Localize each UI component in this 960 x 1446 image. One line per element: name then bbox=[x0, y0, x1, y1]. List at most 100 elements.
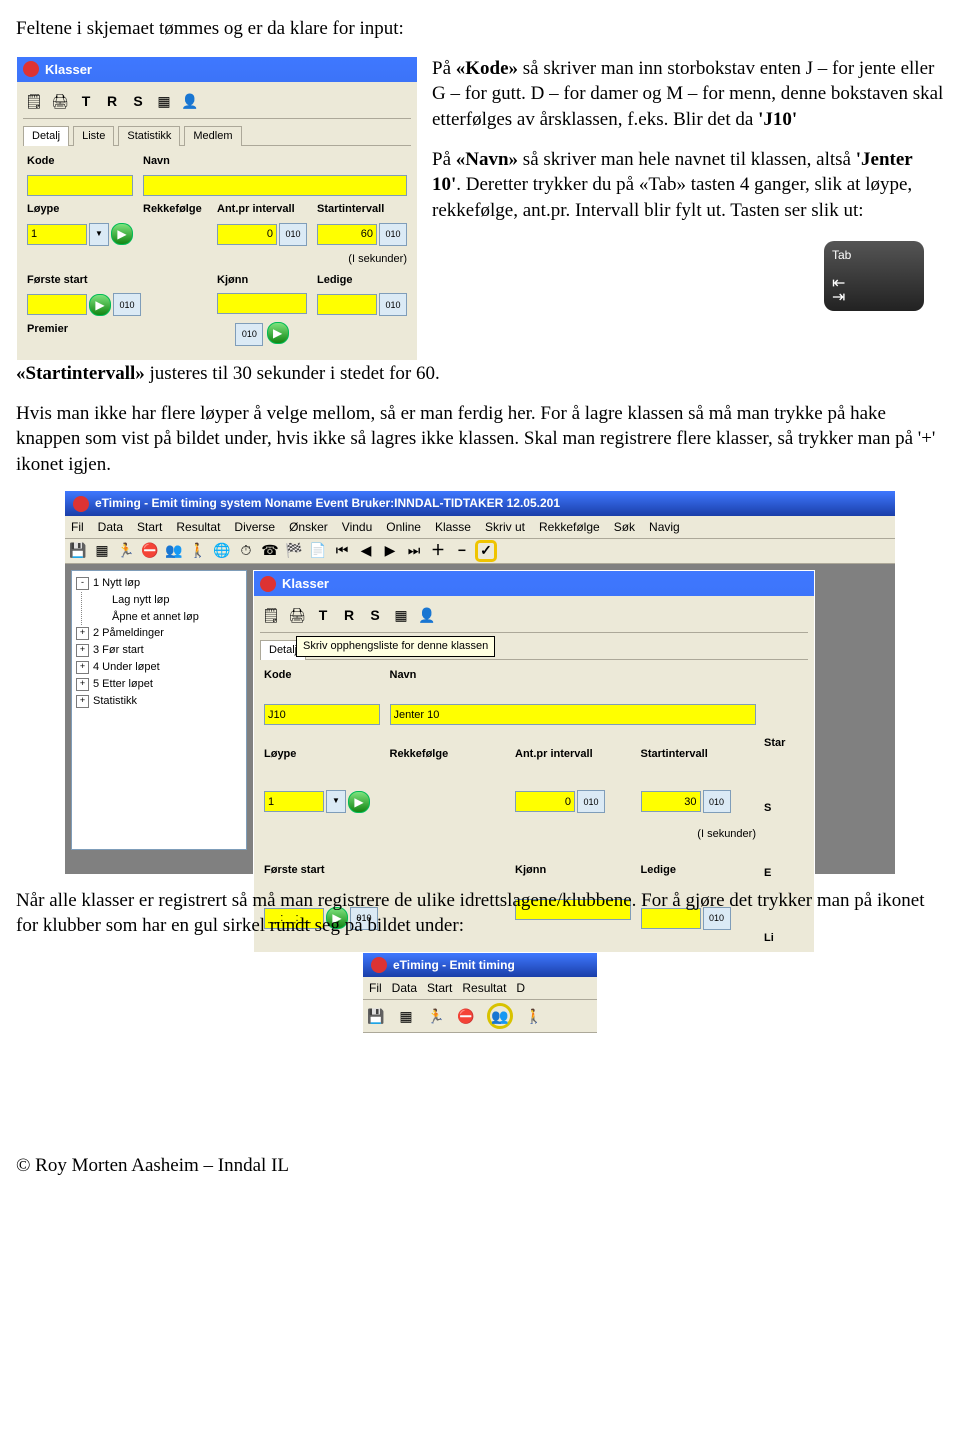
tb-icon-last[interactable]: ⏭ bbox=[405, 542, 423, 560]
menu-fil[interactable]: Fil bbox=[369, 980, 382, 996]
tree-n4[interactable]: 4 Under løpet bbox=[93, 660, 160, 675]
chip-icon[interactable]: 010 bbox=[235, 323, 263, 346]
tb-icon-stop[interactable]: ⛔ bbox=[141, 542, 159, 560]
tree-n6[interactable]: Statistikk bbox=[93, 694, 137, 709]
menu-klasse[interactable]: Klasse bbox=[435, 519, 471, 535]
tree-toggle[interactable]: + bbox=[76, 678, 89, 691]
tree-toggle[interactable]: + bbox=[76, 644, 89, 657]
tree-n5[interactable]: 5 Etter løpet bbox=[93, 677, 153, 692]
toolbar-letter-r[interactable]: R bbox=[340, 606, 358, 624]
toolbar-letter-r[interactable]: R bbox=[103, 92, 121, 110]
loype-input[interactable] bbox=[264, 791, 324, 812]
menu-navig[interactable]: Navig bbox=[649, 519, 680, 535]
kode-input[interactable] bbox=[27, 175, 133, 196]
forste-input[interactable] bbox=[27, 294, 87, 315]
ledige-input[interactable] bbox=[317, 294, 377, 315]
chip-icon[interactable]: 010 bbox=[379, 223, 407, 246]
kode-input[interactable] bbox=[264, 704, 380, 725]
print-icon[interactable]: 🖨 bbox=[51, 92, 69, 110]
loype-go-button[interactable]: ▶ bbox=[348, 791, 370, 813]
menu-data[interactable]: Data bbox=[392, 980, 417, 996]
loype-dropdown[interactable]: ▼ bbox=[89, 223, 109, 246]
tree-n1[interactable]: 1 Nytt løp bbox=[93, 576, 140, 591]
kjonn-input[interactable] bbox=[217, 293, 307, 314]
tb-icon-walk[interactable]: 🚶 bbox=[189, 542, 207, 560]
tb-icon-runner[interactable]: 🏃 bbox=[117, 542, 135, 560]
person-icon[interactable]: 👤 bbox=[181, 92, 199, 110]
tb-icon-clubs[interactable]: 👥 bbox=[487, 1003, 513, 1029]
tree-n3[interactable]: 3 Før start bbox=[93, 643, 144, 658]
loype-dropdown[interactable]: ▼ bbox=[326, 790, 346, 813]
chip-icon[interactable]: 010 bbox=[113, 293, 141, 316]
tb-icon-next[interactable]: ▶ bbox=[381, 542, 399, 560]
tb-icon-clubs[interactable]: 👥 bbox=[165, 542, 183, 560]
tab-statistikk[interactable]: Statistikk bbox=[118, 126, 180, 146]
loype-go-button[interactable]: ▶ bbox=[111, 223, 133, 245]
tab-detalj[interactable]: Detalj bbox=[23, 126, 69, 146]
menu-online[interactable]: Online bbox=[386, 519, 421, 535]
menu-vindu[interactable]: Vindu bbox=[342, 519, 372, 535]
tb-icon-finish[interactable]: 🏁 bbox=[285, 542, 303, 560]
toolbar-letter-t[interactable]: T bbox=[77, 92, 95, 110]
tb-icon-globe[interactable]: 🌐 bbox=[213, 542, 231, 560]
grid-icon[interactable]: ▦ bbox=[155, 92, 173, 110]
toolbar-icon-1[interactable]: 🗒 bbox=[25, 92, 43, 110]
person-icon[interactable]: 👤 bbox=[418, 606, 436, 624]
toolbar-letter-t[interactable]: T bbox=[314, 606, 332, 624]
menu-data[interactable]: Data bbox=[98, 519, 123, 535]
tree-toggle[interactable]: + bbox=[76, 627, 89, 640]
tab-liste[interactable]: Liste bbox=[73, 126, 114, 146]
menu-start[interactable]: Start bbox=[137, 519, 162, 535]
menu-sok[interactable]: Søk bbox=[614, 519, 635, 535]
tree-toggle[interactable]: - bbox=[76, 577, 89, 590]
tb-icon-doc[interactable]: 📄 bbox=[309, 542, 327, 560]
navn-input[interactable] bbox=[390, 704, 757, 725]
tree-toggle[interactable]: + bbox=[76, 661, 89, 674]
menu-resultat[interactable]: Resultat bbox=[462, 980, 506, 996]
chip-icon[interactable]: 010 bbox=[577, 790, 605, 813]
tb-icon-save[interactable]: 💾 bbox=[69, 542, 87, 560]
loype-input[interactable] bbox=[27, 224, 87, 245]
tb-icon-save[interactable]: 💾 bbox=[367, 1007, 385, 1025]
toolbar-letter-s[interactable]: S bbox=[129, 92, 147, 110]
tb-icon-minus[interactable]: − bbox=[453, 542, 471, 560]
tb-icon-prev[interactable]: ◀ bbox=[357, 542, 375, 560]
menu-fil[interactable]: Fil bbox=[71, 519, 84, 535]
forste-go-button[interactable]: ▶ bbox=[89, 294, 111, 316]
menu-onsker[interactable]: Ønsker bbox=[289, 519, 328, 535]
chip-icon[interactable]: 010 bbox=[379, 293, 407, 316]
tree-n2[interactable]: 2 Påmeldinger bbox=[93, 626, 164, 641]
tb-icon-first[interactable]: ⏮ bbox=[333, 542, 351, 560]
tb-icon-walk[interactable]: 🚶 bbox=[525, 1007, 543, 1025]
tb-icon-calendar[interactable]: ▦ bbox=[93, 542, 111, 560]
menu-resultat[interactable]: Resultat bbox=[176, 519, 220, 535]
tb-icon-clock[interactable]: ⏱ bbox=[237, 542, 255, 560]
toolbar-icon-1[interactable]: 🗒 bbox=[262, 606, 280, 624]
menu-skrivut[interactable]: Skriv ut bbox=[485, 519, 525, 535]
premier-go-button[interactable]: ▶ bbox=[267, 322, 289, 344]
menu-diverse[interactable]: Diverse bbox=[234, 519, 275, 535]
tb-icon-calendar[interactable]: ▦ bbox=[397, 1007, 415, 1025]
navn-input[interactable] bbox=[143, 175, 407, 196]
menu-d[interactable]: D bbox=[516, 980, 525, 996]
tree-n1b[interactable]: Åpne et annet løp bbox=[112, 609, 242, 626]
menu-rekkefolge[interactable]: Rekkefølge bbox=[539, 519, 600, 535]
tb-icon-runner[interactable]: 🏃 bbox=[427, 1007, 445, 1025]
tb-icon-phone[interactable]: ☎ bbox=[261, 542, 279, 560]
menu-start[interactable]: Start bbox=[427, 980, 452, 996]
toolbar-letter-s[interactable]: S bbox=[366, 606, 384, 624]
print-icon[interactable]: 🖨 bbox=[288, 606, 306, 624]
antpr-input[interactable] bbox=[217, 224, 277, 245]
startintervall-input[interactable] bbox=[641, 791, 701, 812]
tb-icon-check[interactable]: ✓ bbox=[477, 542, 495, 560]
chip-icon[interactable]: 010 bbox=[279, 223, 307, 246]
antpr-input[interactable] bbox=[515, 791, 575, 812]
chip-icon[interactable]: 010 bbox=[703, 790, 731, 813]
grid-icon[interactable]: ▦ bbox=[392, 606, 410, 624]
tree-n1a[interactable]: Lag nytt løp bbox=[112, 592, 242, 609]
tb-icon-plus[interactable]: ＋ bbox=[429, 542, 447, 560]
tb-icon-stop[interactable]: ⛔ bbox=[457, 1007, 475, 1025]
tree-toggle[interactable]: + bbox=[76, 695, 89, 708]
tab-medlem[interactable]: Medlem bbox=[184, 126, 241, 146]
startintervall-input[interactable] bbox=[317, 224, 377, 245]
